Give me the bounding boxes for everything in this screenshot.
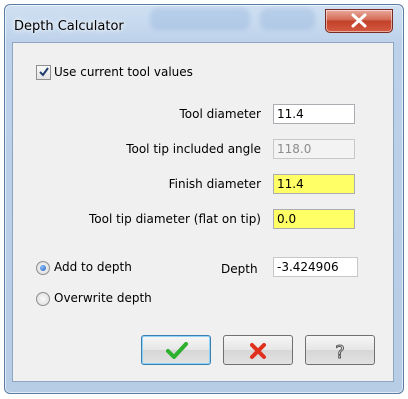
check-icon [166,342,188,359]
use-current-tool-checkbox[interactable] [36,65,51,80]
add-to-depth-radio[interactable] [36,261,50,275]
checkmark-icon [39,67,49,77]
use-current-tool-label: Use current tool values [54,65,193,79]
tool-diameter-label: Tool diameter [179,107,261,121]
overwrite-depth-radio[interactable] [36,292,50,306]
tool-tip-angle-label: Tool tip included angle [126,142,261,156]
tool-tip-diameter-field[interactable]: 0.0 [273,209,355,229]
help-button[interactable]: ? [305,335,375,365]
overwrite-depth-label: Overwrite depth [54,291,152,305]
tool-tip-angle-field: 118.0 [273,139,355,159]
close-button[interactable] [325,9,393,33]
background-blur [150,8,250,30]
svg-text:?: ? [335,342,345,361]
cancel-button[interactable] [223,335,293,365]
finish-diameter-field[interactable]: 11.4 [273,174,355,194]
dialog-body: Use current tool values Tool diameter 11… [12,42,394,382]
radio-selected-dot [40,265,46,271]
add-to-depth-label: Add to depth [54,260,132,274]
depth-value: -3.424906 [273,257,358,277]
tool-tip-diameter-label: Tool tip diameter (flat on tip) [88,212,261,226]
background-blur [260,8,315,30]
question-icon: ? [335,342,346,362]
finish-diameter-label: Finish diameter [168,177,261,191]
window-title: Depth Calculator [14,19,124,34]
depth-label: Depth [221,262,258,276]
tool-diameter-field[interactable]: 11.4 [273,104,355,124]
close-icon [351,13,367,28]
ok-button[interactable] [141,335,211,365]
x-icon [250,343,266,359]
